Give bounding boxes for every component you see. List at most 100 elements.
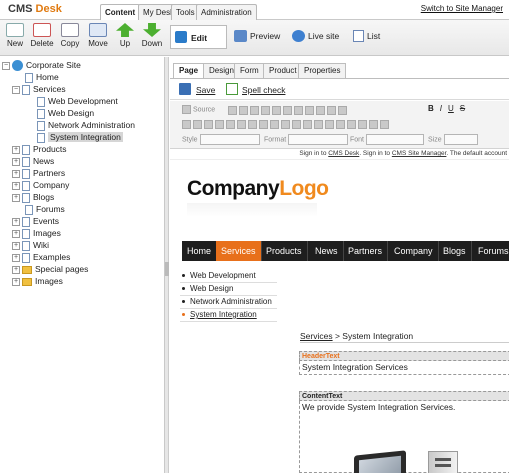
tree-node-news[interactable]: + News [12,155,54,167]
tree-node-products[interactable]: + Products [12,143,67,155]
tab-administration[interactable]: Administration [196,4,257,20]
tree-node-partners[interactable]: + Partners [12,167,65,179]
tab-form[interactable]: Form [234,63,265,78]
tree-node-wiki[interactable]: + Wiki [12,239,49,251]
tree-node-events[interactable]: + Events [12,215,59,227]
tree-node-images-folder[interactable]: + Images [12,275,63,287]
breadcrumb-services-link[interactable]: Services [300,331,333,341]
folder-icon [22,265,32,274]
expand-icon[interactable]: + [12,277,20,286]
tree-node-network-administration[interactable]: Network Administration [37,119,135,131]
expand-icon[interactable]: + [12,253,20,262]
format-buttons-row-1[interactable] [228,105,349,116]
page-icon [22,228,30,239]
menu-news[interactable]: News [310,241,344,261]
expand-icon[interactable]: + [12,241,20,250]
tree-node-web-design[interactable]: Web Design [37,107,94,119]
delete-button[interactable]: Delete [28,23,56,48]
tab-properties[interactable]: Properties [298,63,347,78]
page-icon [25,204,33,215]
indent-icon [325,120,334,130]
list-icon [353,30,364,42]
tree-node-home[interactable]: Home [25,71,59,83]
app-header: CMS Desk Content My Desk Tools Administr… [0,0,509,21]
sign-in-bar: Sign in to CMS Desk. Sign in to CMS Site… [170,150,509,160]
source-button[interactable]: Source [182,105,215,114]
expand-icon[interactable]: + [12,157,20,166]
format-select[interactable]: Format [264,134,349,145]
down-button[interactable]: Down [139,23,165,48]
collapse-icon[interactable]: − [12,85,20,94]
expand-icon[interactable]: + [12,217,20,226]
tree-node-company[interactable]: + Company [12,179,69,191]
side-menu-network-administration[interactable]: Network Administration [180,296,277,309]
wysiwyg-toolbar: Source BIUS Style Format Font Size [170,101,509,149]
side-menu-web-design[interactable]: Web Design [180,283,277,296]
page-icon [37,132,45,143]
menu-partners[interactable]: Partners [343,241,389,261]
new-button[interactable]: New [2,23,28,48]
switch-to-site-manager-link[interactable]: Switch to Site Manager [421,4,503,13]
tree-node-blogs[interactable]: + Blogs [12,191,54,203]
menu-home[interactable]: Home [182,241,218,261]
font-select[interactable]: Font [350,134,424,145]
copy-icon [61,23,79,37]
menu-services[interactable]: Services [216,241,262,261]
collapse-handle-icon[interactable] [165,262,169,276]
pane-splitter[interactable] [165,57,169,473]
expand-icon[interactable]: + [12,169,20,178]
breadcrumb: Services > System Integration [300,331,509,343]
tab-product[interactable]: Product [263,63,303,78]
copy-button[interactable]: Copy [57,23,83,48]
menu-company[interactable]: Company [389,241,439,261]
media-icon [248,120,257,130]
tree-node-special-pages[interactable]: + Special pages [12,263,88,275]
content-toolbar: New Delete Copy Move Up Down Edit Previe… [0,20,509,56]
tab-content[interactable]: Content [100,4,141,21]
redo-icon [305,106,314,116]
site-main-menu: Home Services Products News Partners Com… [182,241,509,261]
paste-word-icon [272,106,281,116]
page-preview: CompanyLogo Home Services Products News … [170,161,509,473]
header-text-field[interactable]: System Integration Services [299,361,509,375]
replace-icon [327,106,336,116]
tree-node-system-integration[interactable]: System Integration [37,131,123,143]
text-style-buttons[interactable]: BIUS [428,104,465,113]
align-justify-icon [380,120,389,130]
tree-node-services[interactable]: − Services [12,83,66,95]
tree-node-web-development[interactable]: Web Development [37,95,118,107]
tree-node-corporate-site[interactable]: − Corporate Site [2,59,81,72]
tab-page[interactable]: Page [173,63,205,79]
expand-icon[interactable]: + [12,265,20,274]
rule-icon [215,120,224,130]
anchor-icon [270,120,279,130]
expand-icon[interactable]: + [12,145,20,154]
site-manager-link[interactable]: CMS Site Manager [392,150,447,157]
tree-node-images[interactable]: + Images [12,227,61,239]
paste-text-icon [261,106,270,116]
tree-node-forums[interactable]: Forums [25,203,65,215]
menu-products[interactable]: Products [261,241,308,261]
page-icon [37,120,45,131]
up-button[interactable]: Up [112,23,138,48]
menu-forums[interactable]: Forums [473,241,509,261]
edit-mode-button[interactable]: Edit [170,25,227,49]
expand-icon[interactable]: + [12,193,20,202]
format-buttons-row-2[interactable] [182,119,391,130]
move-button[interactable]: Move [85,23,111,48]
expand-icon[interactable]: + [12,181,20,190]
size-select[interactable]: Size [428,134,478,145]
collapse-icon[interactable]: − [2,61,10,70]
action-bar: Save Spell check [170,78,509,100]
expand-icon[interactable]: + [12,229,20,238]
cms-desk-link[interactable]: CMS Desk [328,150,359,157]
tree-node-examples[interactable]: + Examples [12,251,70,263]
side-menu-system-integration[interactable]: System Integration [180,309,277,322]
side-menu-web-development[interactable]: Web Development [180,270,277,283]
menu-blogs[interactable]: Blogs [438,241,472,261]
undo-icon [294,106,303,116]
computer-tower-image [428,451,458,473]
style-select[interactable]: Style [182,134,260,145]
move-icon [89,23,107,37]
select-all-icon [338,106,347,116]
